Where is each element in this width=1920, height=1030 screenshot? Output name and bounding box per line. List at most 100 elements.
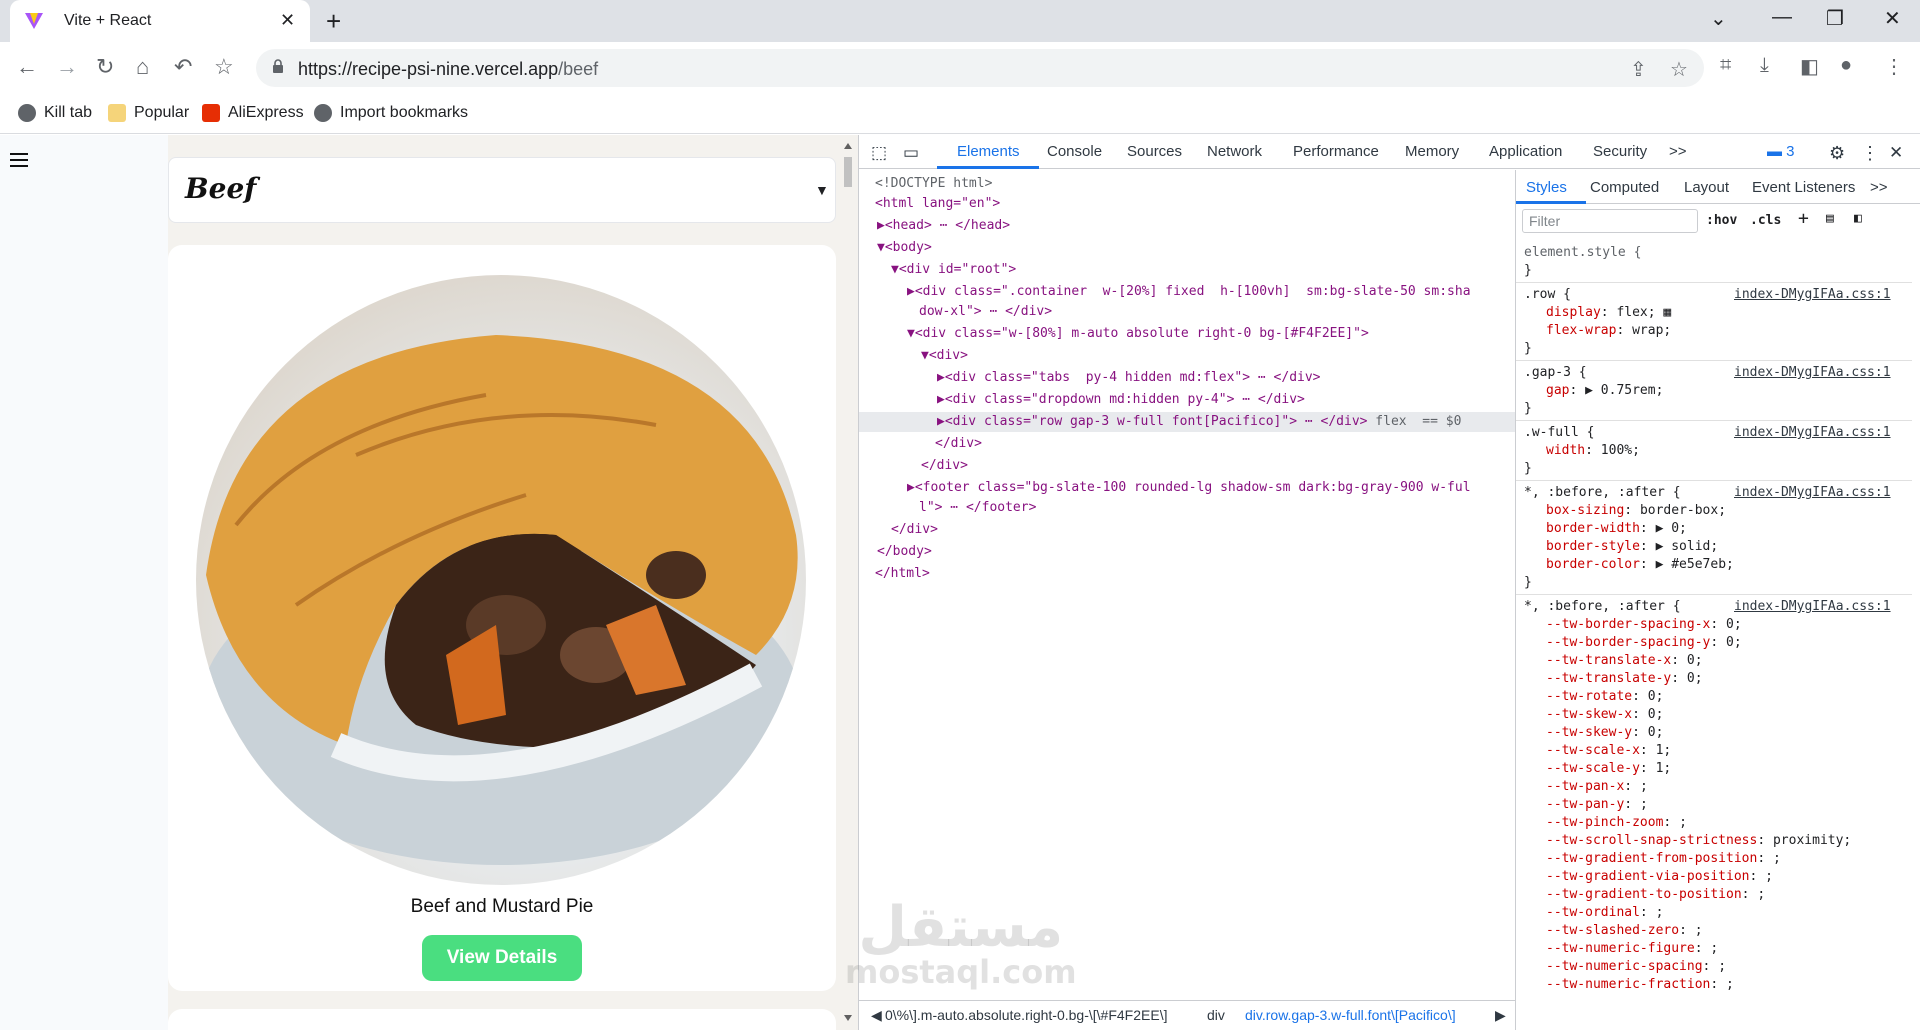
flex-editor-icon[interactable]: ▦ <box>1663 305 1671 320</box>
css-declaration[interactable]: --tw-skew-y: 0; <box>1546 724 1663 742</box>
dom-node[interactable]: <html lang="en"> <box>875 194 1000 214</box>
bookmark-kill-tab[interactable]: Kill tab <box>18 104 92 122</box>
dom-node[interactable]: ▼<div id="root"> <box>891 260 1016 280</box>
css-declaration[interactable]: --tw-ordinal: ; <box>1546 904 1663 922</box>
expand-arrow-icon[interactable]: ▶ <box>937 414 945 429</box>
styles-filter-input[interactable]: Filter <box>1522 209 1698 233</box>
css-declaration[interactable]: --tw-border-spacing-y: 0; <box>1546 634 1742 652</box>
tab-memory[interactable]: Memory <box>1405 143 1459 160</box>
dom-node[interactable]: ▶<footer class="bg-slate-100 rounded-lg … <box>907 478 1471 498</box>
address-bar[interactable]: https://recipe-psi-nine.vercel.app/beef … <box>256 49 1704 87</box>
rule-source-link[interactable]: index-DMygIFAa.css:1 <box>1734 364 1891 382</box>
breadcrumb-left-icon[interactable]: ◀ <box>871 1007 882 1024</box>
css-declaration[interactable]: --tw-scale-y: 1; <box>1546 760 1671 778</box>
bookmark-star-icon[interactable]: ☆ <box>214 54 234 80</box>
profile-avatar-icon[interactable]: ● <box>1840 54 1852 77</box>
reload-icon[interactable]: ↻ <box>96 54 114 80</box>
view-details-button[interactable]: View Details <box>422 935 582 981</box>
css-declaration[interactable]: border-width: ▶ 0; <box>1546 520 1687 538</box>
tab-security[interactable]: Security <box>1593 143 1647 160</box>
download-icon[interactable]: ⤓ <box>1760 54 1769 77</box>
devtools-menu-icon[interactable]: ⋮ <box>1861 143 1879 164</box>
dom-node[interactable]: ▼<body> <box>877 238 932 258</box>
dom-node[interactable]: </div> <box>935 434 982 454</box>
dom-node[interactable]: </body> <box>877 542 932 562</box>
tab-styles[interactable]: Styles <box>1526 179 1567 196</box>
browser-tab[interactable]: Vite + React ✕ <box>10 0 310 42</box>
collapse-arrow-icon[interactable]: ▼ <box>907 326 915 341</box>
tab-computed[interactable]: Computed <box>1590 179 1659 196</box>
breadcrumb-right-icon[interactable]: ▶ <box>1495 1007 1506 1024</box>
crop-icon[interactable]: ⌗ <box>1720 54 1731 77</box>
css-declaration[interactable]: --tw-pinch-zoom: ; <box>1546 814 1687 832</box>
back-icon[interactable]: ← <box>16 54 38 80</box>
crumb-active[interactable]: div.row.gap-3.w-full.font\[Pacifico\] <box>1245 1007 1456 1023</box>
css-declaration[interactable]: --tw-numeric-spacing: ; <box>1546 958 1726 976</box>
issues-badge[interactable]: ▬ 3 <box>1767 143 1795 160</box>
new-rule-icon[interactable]: + <box>1798 210 1809 228</box>
expand-arrow-icon[interactable]: ▶ <box>877 218 885 233</box>
css-declaration[interactable]: border-color: ▶ #e5e7eb; <box>1546 556 1734 574</box>
star-icon[interactable]: ☆ <box>1670 57 1688 82</box>
dom-node-selected[interactable]: ▶<div class="row gap-3 w-full font[Pacif… <box>859 412 1515 432</box>
more-tabs-icon[interactable]: >> <box>1669 143 1687 160</box>
bookmark-aliexpress[interactable]: AliExpress <box>202 104 304 122</box>
crumb[interactable]: 0\%\].m-auto.absolute.right-0.bg-\[\#F4F… <box>885 1007 1167 1023</box>
css-declaration[interactable]: --tw-translate-y: 0; <box>1546 670 1703 688</box>
dom-node[interactable]: ▶<div class=".container w-[20%] fixed h-… <box>907 282 1471 302</box>
tab-search-icon[interactable]: ⌄ <box>1710 6 1727 31</box>
collapse-arrow-icon[interactable]: ▼ <box>921 348 929 363</box>
inspect-element-icon[interactable]: ⬚ <box>871 143 887 163</box>
expand-arrow-icon[interactable]: ▶ <box>907 480 915 495</box>
rule-source-link[interactable]: index-DMygIFAa.css:1 <box>1734 286 1891 304</box>
dom-node[interactable]: ▼<div class="w-[80%] m-auto absolute rig… <box>907 324 1369 344</box>
css-declaration[interactable]: --tw-numeric-fraction: ; <box>1546 976 1734 994</box>
css-declaration[interactable]: --tw-gradient-from-position: ; <box>1546 850 1781 868</box>
page-scrollbar[interactable] <box>842 143 854 1023</box>
css-declaration[interactable]: --tw-translate-x: 0; <box>1546 652 1703 670</box>
css-declaration[interactable]: --tw-border-spacing-x: 0; <box>1546 616 1742 634</box>
css-declaration[interactable]: --tw-pan-y: ; <box>1546 796 1648 814</box>
tab-event-listeners[interactable]: Event Listeners <box>1752 179 1855 196</box>
home-icon[interactable]: ⌂ <box>136 54 149 80</box>
side-panel-icon[interactable]: ◧ <box>1800 54 1819 79</box>
dom-node[interactable]: <!DOCTYPE html> <box>875 174 992 194</box>
collapse-arrow-icon[interactable]: ▼ <box>891 262 899 277</box>
new-tab-icon[interactable]: + <box>326 6 341 37</box>
css-declaration[interactable]: --tw-pan-x: ; <box>1546 778 1648 796</box>
minimize-icon[interactable]: — <box>1772 6 1792 29</box>
css-declaration[interactable]: --tw-numeric-figure: ; <box>1546 940 1718 958</box>
expand-arrow-icon[interactable]: ▶ <box>937 392 945 407</box>
close-tab-icon[interactable]: ✕ <box>280 10 295 31</box>
menu-icon[interactable]: ⋮ <box>1884 54 1904 79</box>
hamburger-menu-icon[interactable] <box>10 153 28 167</box>
tab-application[interactable]: Application <box>1489 143 1562 160</box>
settings-gear-icon[interactable]: ⚙ <box>1829 143 1845 164</box>
css-declaration[interactable]: --tw-rotate: 0; <box>1546 688 1663 706</box>
rule-source-link[interactable]: index-DMygIFAa.css:1 <box>1734 598 1891 616</box>
css-declaration[interactable]: --tw-scale-x: 1; <box>1546 742 1671 760</box>
share-icon[interactable]: ⇪ <box>1630 57 1647 82</box>
css-declaration[interactable]: gap: ▶ 0.75rem; <box>1546 382 1663 400</box>
cls-toggle[interactable]: .cls <box>1750 212 1781 230</box>
tab-layout[interactable]: Layout <box>1684 179 1729 196</box>
rule-source-link[interactable]: index-DMygIFAa.css:1 <box>1734 484 1891 502</box>
tab-elements[interactable]: Elements <box>957 143 1020 160</box>
bookmark-popular[interactable]: Popular <box>108 104 189 122</box>
css-declaration[interactable]: --tw-slashed-zero: ; <box>1546 922 1703 940</box>
close-devtools-icon[interactable]: ✕ <box>1889 143 1903 163</box>
css-declaration[interactable]: --tw-scroll-snap-strictness: proximity; <box>1546 832 1851 850</box>
forward-icon[interactable]: → <box>56 54 78 80</box>
rule-source-link[interactable]: index-DMygIFAa.css:1 <box>1734 424 1891 442</box>
sidebar-toggle-icon[interactable]: ◧ <box>1854 210 1862 228</box>
hov-toggle[interactable]: :hov <box>1706 212 1737 230</box>
tab-network[interactable]: Network <box>1207 143 1262 160</box>
css-declaration[interactable]: --tw-gradient-via-position: ; <box>1546 868 1773 886</box>
tab-console[interactable]: Console <box>1047 143 1102 160</box>
tab-sources[interactable]: Sources <box>1127 143 1182 160</box>
dom-node[interactable]: ▶<div class="tabs py-4 hidden md:flex"> … <box>937 368 1321 388</box>
collapse-arrow-icon[interactable]: ▼ <box>877 240 885 255</box>
css-declaration[interactable]: --tw-gradient-to-position: ; <box>1546 886 1765 904</box>
dom-node[interactable]: </div> <box>891 520 938 540</box>
category-dropdown[interactable]: Beef ▼ <box>168 157 836 223</box>
